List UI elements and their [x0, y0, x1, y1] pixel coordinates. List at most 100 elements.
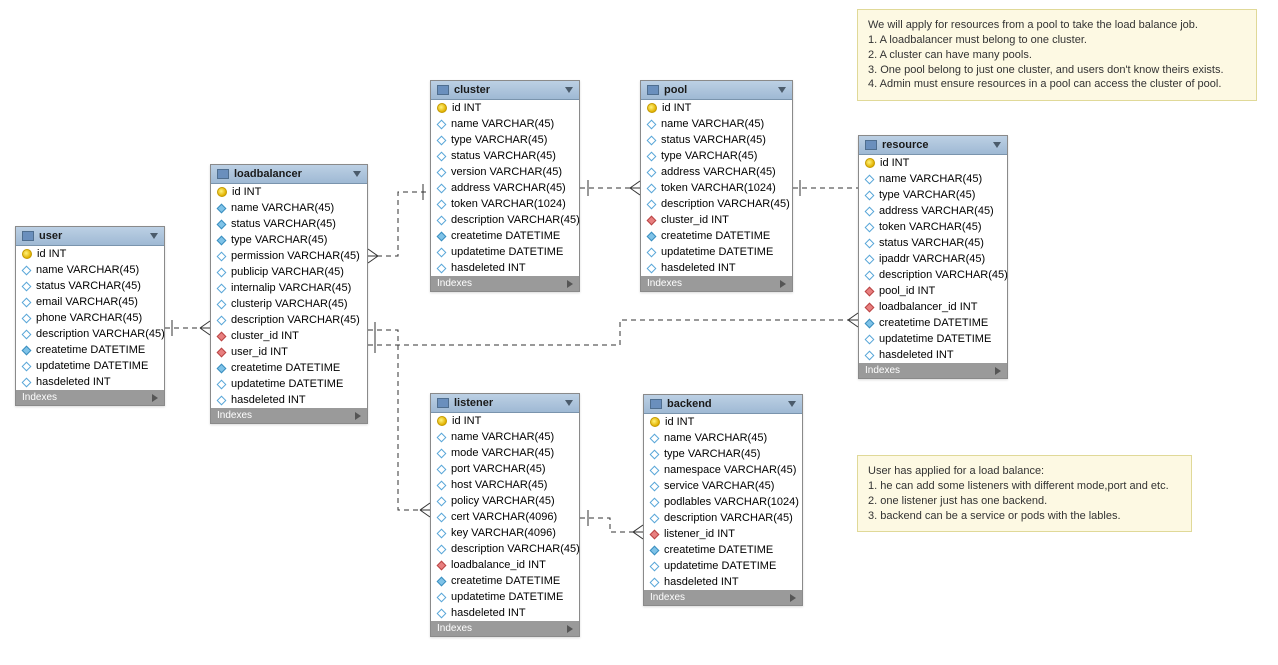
table-backend[interactable]: backend id INTname VARCHAR(45)type VARCH…	[643, 394, 803, 606]
column-row[interactable]: id INT	[641, 100, 792, 116]
column-row[interactable]: internalip VARCHAR(45)	[211, 280, 367, 296]
table-header[interactable]: loadbalancer	[211, 165, 367, 184]
column-row[interactable]: updatetime DATETIME	[644, 558, 802, 574]
column-row[interactable]: hasdeleted INT	[859, 347, 1007, 363]
column-row[interactable]: token VARCHAR(1024)	[641, 180, 792, 196]
column-row[interactable]: hasdeleted INT	[211, 392, 367, 408]
column-row[interactable]: hasdeleted INT	[431, 260, 579, 276]
column-row[interactable]: updatetime DATETIME	[859, 331, 1007, 347]
column-row[interactable]: status VARCHAR(45)	[859, 235, 1007, 251]
column-row[interactable]: address VARCHAR(45)	[859, 203, 1007, 219]
column-row[interactable]: phone VARCHAR(45)	[16, 310, 164, 326]
column-row[interactable]: name VARCHAR(45)	[641, 116, 792, 132]
column-row[interactable]: version VARCHAR(45)	[431, 164, 579, 180]
column-row[interactable]: hasdeleted INT	[16, 374, 164, 390]
column-row[interactable]: clusterip VARCHAR(45)	[211, 296, 367, 312]
column-row[interactable]: address VARCHAR(45)	[641, 164, 792, 180]
column-row[interactable]: type VARCHAR(45)	[859, 187, 1007, 203]
column-row[interactable]: cluster_id INT	[211, 328, 367, 344]
indexes-section[interactable]: Indexes	[211, 408, 367, 423]
chevron-down-icon[interactable]	[565, 87, 573, 93]
column-row[interactable]: name VARCHAR(45)	[211, 200, 367, 216]
table-header[interactable]: listener	[431, 394, 579, 413]
column-row[interactable]: type VARCHAR(45)	[641, 148, 792, 164]
column-row[interactable]: createtime DATETIME	[644, 542, 802, 558]
indexes-section[interactable]: Indexes	[16, 390, 164, 405]
table-header[interactable]: cluster	[431, 81, 579, 100]
column-row[interactable]: updatetime DATETIME	[211, 376, 367, 392]
indexes-section[interactable]: Indexes	[641, 276, 792, 291]
column-row[interactable]: name VARCHAR(45)	[16, 262, 164, 278]
column-row[interactable]: podlables VARCHAR(1024)	[644, 494, 802, 510]
chevron-down-icon[interactable]	[778, 87, 786, 93]
table-user[interactable]: user id INTname VARCHAR(45)status VARCHA…	[15, 226, 165, 406]
column-row[interactable]: description VARCHAR(45)	[431, 541, 579, 557]
table-loadbalancer[interactable]: loadbalancer id INTname VARCHAR(45)statu…	[210, 164, 368, 424]
column-row[interactable]: description VARCHAR(45)	[16, 326, 164, 342]
column-row[interactable]: email VARCHAR(45)	[16, 294, 164, 310]
column-row[interactable]: host VARCHAR(45)	[431, 477, 579, 493]
table-resource[interactable]: resource id INTname VARCHAR(45)type VARC…	[858, 135, 1008, 379]
column-row[interactable]: status VARCHAR(45)	[431, 148, 579, 164]
chevron-down-icon[interactable]	[565, 400, 573, 406]
column-row[interactable]: mode VARCHAR(45)	[431, 445, 579, 461]
indexes-section[interactable]: Indexes	[644, 590, 802, 605]
column-row[interactable]: publicip VARCHAR(45)	[211, 264, 367, 280]
column-row[interactable]: description VARCHAR(45)	[431, 212, 579, 228]
column-row[interactable]: status VARCHAR(45)	[641, 132, 792, 148]
column-row[interactable]: hasdeleted INT	[641, 260, 792, 276]
chevron-down-icon[interactable]	[993, 142, 1001, 148]
column-row[interactable]: name VARCHAR(45)	[644, 430, 802, 446]
table-header[interactable]: resource	[859, 136, 1007, 155]
column-row[interactable]: createtime DATETIME	[641, 228, 792, 244]
column-row[interactable]: updatetime DATETIME	[431, 244, 579, 260]
chevron-down-icon[interactable]	[788, 401, 796, 407]
column-row[interactable]: key VARCHAR(4096)	[431, 525, 579, 541]
column-row[interactable]: createtime DATETIME	[16, 342, 164, 358]
column-row[interactable]: description VARCHAR(45)	[859, 267, 1007, 283]
indexes-section[interactable]: Indexes	[431, 276, 579, 291]
table-cluster[interactable]: cluster id INTname VARCHAR(45)type VARCH…	[430, 80, 580, 292]
column-row[interactable]: status VARCHAR(45)	[211, 216, 367, 232]
column-row[interactable]: description VARCHAR(45)	[641, 196, 792, 212]
column-row[interactable]: createtime DATETIME	[431, 573, 579, 589]
table-pool[interactable]: pool id INTname VARCHAR(45)status VARCHA…	[640, 80, 793, 292]
column-row[interactable]: loadbalance_id INT	[431, 557, 579, 573]
table-header[interactable]: user	[16, 227, 164, 246]
column-row[interactable]: createtime DATETIME	[859, 315, 1007, 331]
column-row[interactable]: name VARCHAR(45)	[859, 171, 1007, 187]
column-row[interactable]: address VARCHAR(45)	[431, 180, 579, 196]
column-row[interactable]: permission VARCHAR(45)	[211, 248, 367, 264]
table-listener[interactable]: listener id INTname VARCHAR(45)mode VARC…	[430, 393, 580, 637]
column-row[interactable]: createtime DATETIME	[211, 360, 367, 376]
chevron-down-icon[interactable]	[150, 233, 158, 239]
indexes-section[interactable]: Indexes	[431, 621, 579, 636]
column-row[interactable]: policy VARCHAR(45)	[431, 493, 579, 509]
column-row[interactable]: user_id INT	[211, 344, 367, 360]
column-row[interactable]: id INT	[16, 246, 164, 262]
column-row[interactable]: id INT	[644, 414, 802, 430]
column-row[interactable]: hasdeleted INT	[431, 605, 579, 621]
column-row[interactable]: description VARCHAR(45)	[644, 510, 802, 526]
column-row[interactable]: type VARCHAR(45)	[431, 132, 579, 148]
column-row[interactable]: token VARCHAR(1024)	[431, 196, 579, 212]
column-row[interactable]: updatetime DATETIME	[431, 589, 579, 605]
chevron-down-icon[interactable]	[353, 171, 361, 177]
column-row[interactable]: ipaddr VARCHAR(45)	[859, 251, 1007, 267]
column-row[interactable]: port VARCHAR(45)	[431, 461, 579, 477]
column-row[interactable]: type VARCHAR(45)	[211, 232, 367, 248]
table-header[interactable]: pool	[641, 81, 792, 100]
column-row[interactable]: loadbalancer_id INT	[859, 299, 1007, 315]
column-row[interactable]: name VARCHAR(45)	[431, 116, 579, 132]
column-row[interactable]: hasdeleted INT	[644, 574, 802, 590]
column-row[interactable]: service VARCHAR(45)	[644, 478, 802, 494]
indexes-section[interactable]: Indexes	[859, 363, 1007, 378]
column-row[interactable]: pool_id INT	[859, 283, 1007, 299]
column-row[interactable]: listener_id INT	[644, 526, 802, 542]
column-row[interactable]: createtime DATETIME	[431, 228, 579, 244]
table-header[interactable]: backend	[644, 395, 802, 414]
column-row[interactable]: description VARCHAR(45)	[211, 312, 367, 328]
column-row[interactable]: id INT	[431, 413, 579, 429]
column-row[interactable]: id INT	[859, 155, 1007, 171]
column-row[interactable]: type VARCHAR(45)	[644, 446, 802, 462]
